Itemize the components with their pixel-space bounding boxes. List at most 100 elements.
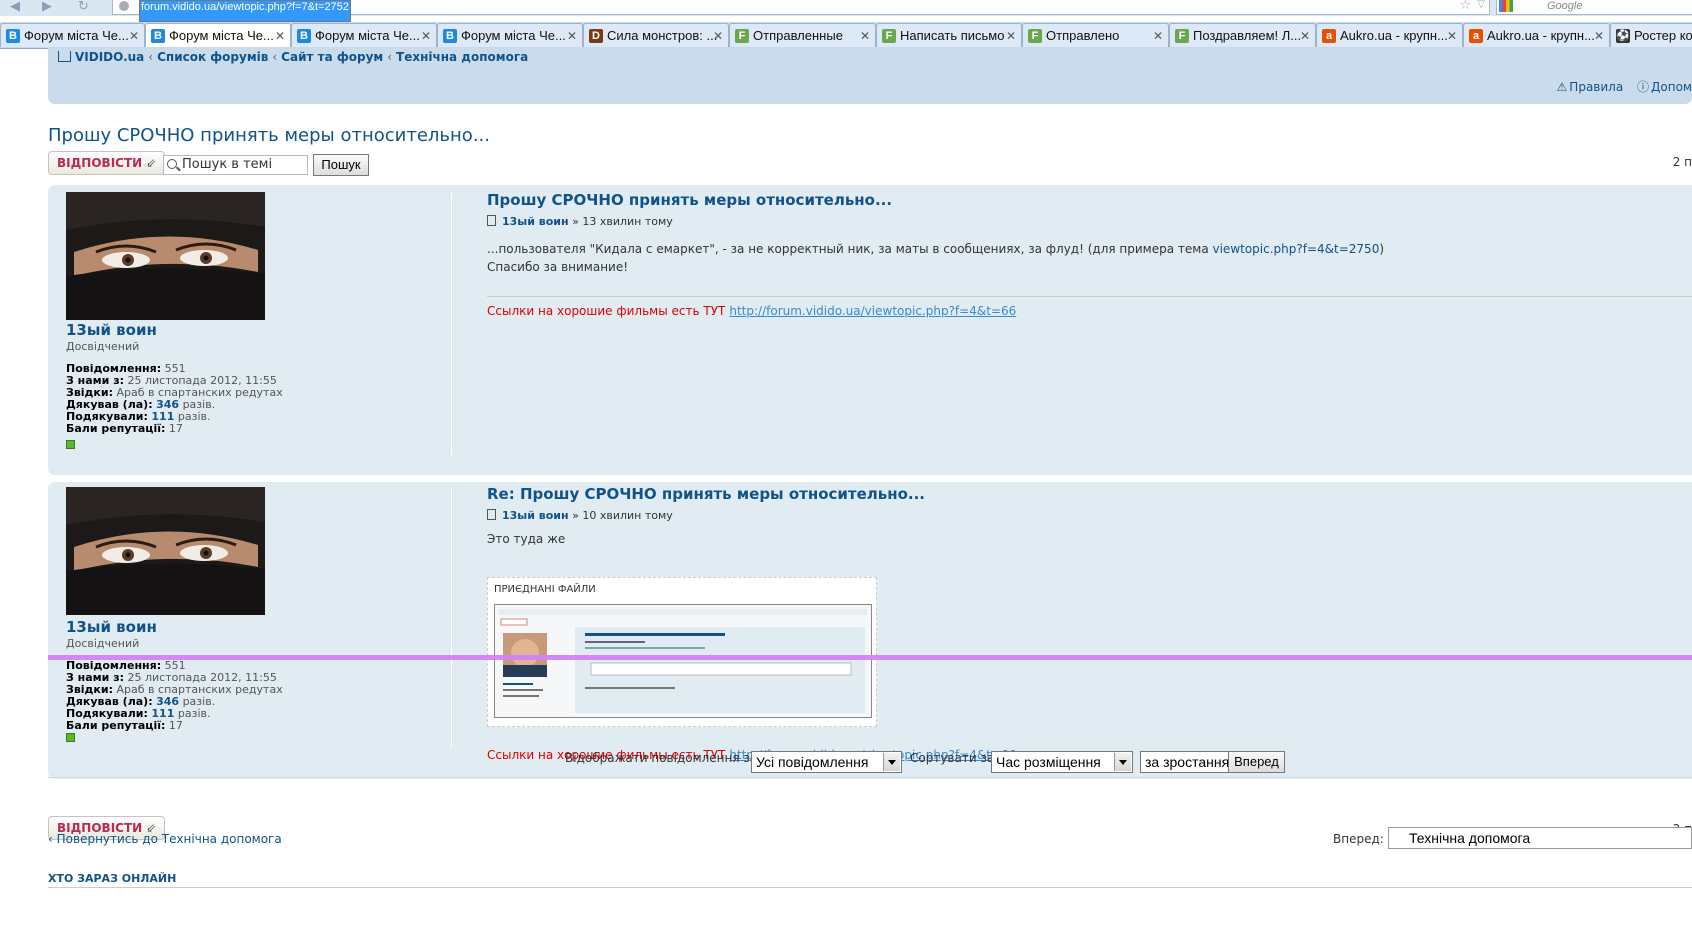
chevron-down-icon	[883, 753, 900, 771]
favicon-icon: B	[6, 29, 20, 43]
page-title[interactable]: Прошу СРОЧНО принять меры относительно..…	[48, 125, 490, 146]
favicon-icon: a	[1469, 29, 1483, 43]
sort-field-select[interactable]: Час розміщення	[991, 751, 1133, 773]
close-tab-icon[interactable]: ✕	[1300, 24, 1310, 47]
jump-to-select[interactable]: Технічна допомога	[1388, 827, 1692, 849]
favicon-icon: F	[1175, 29, 1189, 43]
tab-1[interactable]: B Форум міста Че... ✕	[0, 23, 145, 47]
signature-link[interactable]: http://forum.vidido.ua/viewtopic.php?f=4…	[729, 304, 1016, 318]
close-tab-icon[interactable]: ✕	[1153, 24, 1163, 47]
favicon-icon: F	[735, 29, 749, 43]
web-search-input[interactable]: Google	[1496, 0, 1692, 15]
tab-label: Aukro.ua - крупн...	[1340, 28, 1448, 43]
close-tab-icon[interactable]: ✕	[1006, 24, 1016, 47]
go-button[interactable]: Вперед	[1228, 751, 1285, 773]
divider	[451, 193, 452, 455]
reply-button-label: ВІДПОВІСТИ	[57, 156, 143, 170]
attachment-thumbnail[interactable]	[494, 604, 872, 718]
post-title[interactable]: Прошу СРОЧНО принять меры относительно..…	[487, 191, 892, 209]
tab-label: Сила монстров: ...	[607, 28, 718, 43]
divider	[48, 887, 1692, 888]
attachments-label: ПРИЄДНАНІ ФАЙЛИ	[494, 584, 596, 595]
close-tab-icon[interactable]: ✕	[1594, 24, 1604, 47]
post-icon[interactable]	[487, 215, 496, 226]
tab-2[interactable]: B Форум міста Че... ✕	[145, 23, 291, 47]
avatar[interactable]	[66, 192, 265, 320]
post-meta: 13ый воин » 10 хвилин тому	[487, 508, 673, 522]
close-tab-icon[interactable]: ✕	[421, 24, 431, 47]
breadcrumb-site[interactable]: Сайт та форум	[281, 50, 383, 64]
address-bar[interactable]: forum.vidido.ua/viewtopic.php?f=7&t=2752…	[112, 0, 1490, 22]
breadcrumb-home[interactable]: VIDIDO.ua	[75, 50, 144, 64]
favicon-icon: B	[151, 29, 165, 43]
tab-11[interactable]: a Aukro.ua - крупн... ✕	[1463, 23, 1610, 47]
attachments-box: ПРИЄДНАНІ ФАЙЛИ	[487, 577, 877, 727]
chevron-down-icon[interactable]: ▽	[1477, 0, 1485, 10]
post-title[interactable]: Re: Прошу СРОЧНО принять меры относитель…	[487, 485, 925, 503]
close-tab-icon[interactable]: ✕	[129, 24, 139, 47]
tab-label: Форум міста Че...	[461, 28, 566, 43]
reply-button[interactable]: ВІДПОВІСТИ ⇙	[48, 151, 166, 175]
tab-4[interactable]: B Форум міста Че... ✕	[437, 23, 583, 47]
post-icon[interactable]	[487, 509, 496, 520]
close-tab-icon[interactable]: ✕	[860, 24, 870, 47]
breadcrumb-forums[interactable]: Список форумів	[157, 50, 268, 64]
chevron-left-icon: ‹	[48, 832, 57, 846]
tab-12[interactable]: ⚽ Ростер кома	[1610, 23, 1692, 47]
close-tab-icon[interactable]: ✕	[713, 24, 723, 47]
back-icon[interactable]: ◀	[10, 0, 20, 14]
back-to-forum-link[interactable]: ‹ Повернутись до Технічна допомога	[48, 832, 282, 846]
close-tab-icon[interactable]: ✕	[275, 24, 285, 47]
post-author[interactable]: 13ый воин	[502, 215, 569, 228]
post-meta: 13ый воин » 13 хвилин тому	[487, 214, 673, 228]
tab-label: Отправленные	[753, 28, 843, 43]
site-info-icon[interactable]	[119, 1, 129, 11]
tab-3[interactable]: B Форум міста Че... ✕	[291, 23, 437, 47]
forum-navbar: VIDIDO.ua ‹ Список форумів ‹ Сайт та форум ‹ Т…	[48, 48, 1692, 104]
search-icon	[167, 159, 177, 169]
google-icon	[1499, 0, 1513, 12]
user-rank: Досвідчений	[66, 340, 140, 353]
search-button[interactable]: Пошук	[313, 154, 369, 176]
close-tab-icon[interactable]: ✕	[1447, 24, 1457, 47]
render-artifact	[48, 655, 1692, 660]
help-icon[interactable]: ⓘ	[1637, 80, 1649, 94]
help-link[interactable]: Допом	[1651, 80, 1692, 94]
forward-icon[interactable]: ▶	[42, 0, 52, 14]
close-tab-icon[interactable]: ✕	[567, 24, 577, 47]
bookmark-star-icon[interactable]: ☆	[1459, 0, 1471, 13]
post-author[interactable]: 13ый воин	[502, 509, 569, 522]
tab-9[interactable]: F Поздравляем! Л... ✕	[1169, 23, 1316, 47]
username[interactable]: 13ый воин	[66, 618, 157, 636]
home-icon[interactable]	[58, 51, 71, 62]
signature: Ссылки на хорошие фильмы есть ТУТhttp://…	[487, 304, 1017, 318]
avatar[interactable]	[66, 487, 265, 615]
sort-label: Сортувати за	[910, 751, 995, 765]
web-search-placeholder: Google	[1547, 0, 1583, 12]
tab-6[interactable]: F Отправленные ✕	[729, 23, 876, 47]
favicon-icon: F	[1028, 29, 1042, 43]
tab-10[interactable]: a Aukro.ua - крупн... ✕	[1316, 23, 1463, 47]
who-online-heading: ХТО ЗАРАЗ ОНЛАЙН	[48, 872, 177, 885]
tab-5[interactable]: D Сила монстров: ... ✕	[583, 23, 729, 47]
rules-link[interactable]: Правила	[1569, 80, 1623, 94]
post: 13ый воин Досвідчений Повідомлення: 551 …	[48, 482, 1692, 779]
post-body-link[interactable]: viewtopic.php?f=4&t=2750	[1213, 242, 1380, 256]
favicon-icon: B	[297, 29, 311, 43]
breadcrumb-support[interactable]: Технічна допомога	[396, 50, 528, 64]
url-text[interactable]: forum.vidido.ua/viewtopic.php?f=7&t=2752	[139, 0, 351, 22]
online-status-icon	[66, 440, 75, 449]
topic-search-input[interactable]: Пошук в темі	[163, 155, 308, 175]
jump-label: Вперед:	[1333, 832, 1384, 846]
user-rank: Досвідчений	[66, 637, 140, 650]
reload-icon[interactable]: ↻	[78, 0, 89, 14]
user-info: Повідомлення: 551 З нами з: 25 листопада…	[66, 659, 283, 732]
tab-8[interactable]: F Отправлено ✕	[1022, 23, 1169, 47]
tab-label: Aukro.ua - крупн...	[1487, 28, 1595, 43]
tab-label: Форум міста Че...	[169, 28, 274, 43]
display-select[interactable]: Усі повідомлення	[751, 751, 902, 773]
topic-search-placeholder: Пошук в темі	[182, 157, 273, 172]
rules-icon[interactable]: ⚠	[1557, 80, 1568, 94]
username[interactable]: 13ый воин	[66, 321, 157, 339]
tab-7[interactable]: F Написать письмо ✕	[876, 23, 1022, 47]
